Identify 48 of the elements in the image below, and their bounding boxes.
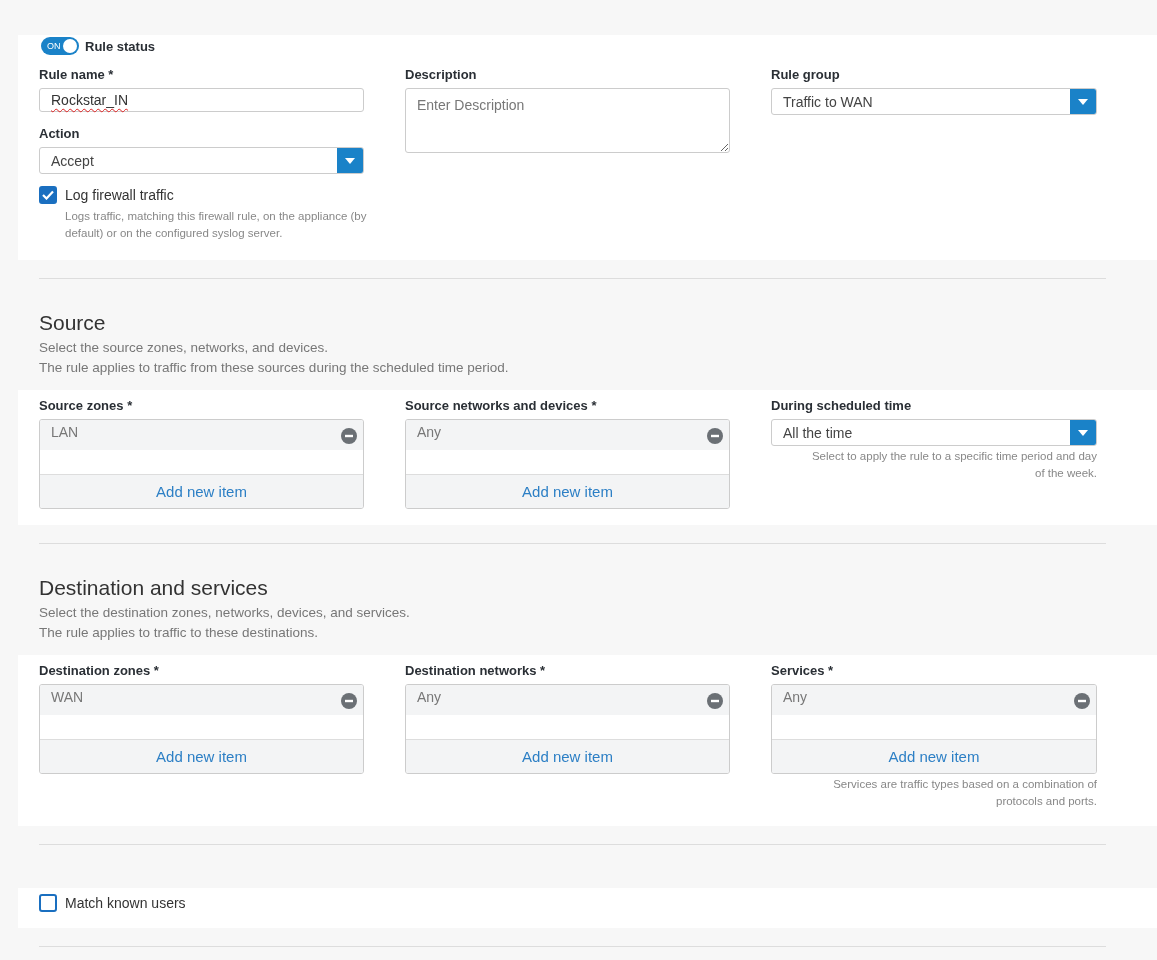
caret-icon	[1078, 98, 1088, 105]
help-text: Services are traffic types based on a combination of protocols and ports.	[832, 777, 1097, 809]
rule-status-label: Rule status	[85, 38, 156, 54]
caret-icon	[345, 157, 355, 164]
section-title: Source	[39, 311, 107, 335]
section-description: Select the source zones, networks, and devices.	[39, 339, 329, 357]
rule-group-dropdown[interactable]: Traffic to WAN	[771, 88, 1097, 115]
add-item-button[interactable]: Add new item	[40, 740, 363, 773]
toggle-switch[interactable]: ON	[41, 37, 79, 55]
help-text: Select to apply the rule to a specific time period and day of the week.	[810, 449, 1097, 481]
remove-icon[interactable]	[707, 428, 723, 444]
caret-icon	[1078, 429, 1088, 436]
field-label: Rule group	[771, 67, 841, 82]
add-item-button[interactable]: Add new item	[772, 740, 1096, 773]
field-label: During scheduled time	[771, 398, 913, 413]
checkbox[interactable]	[39, 894, 57, 912]
log-traffic-label: Log firewall traffic	[65, 187, 174, 203]
remove-icon[interactable]	[341, 428, 357, 444]
add-item-button[interactable]: Add new item	[406, 475, 729, 508]
rule-name-field[interactable]: Rockstar_IN	[39, 88, 364, 112]
remove-icon[interactable]	[1074, 693, 1090, 709]
section-description: The rule applies to traffic to these destinations.	[39, 624, 319, 642]
schedule-dropdown[interactable]: All the time	[771, 419, 1097, 446]
help-text: Logs traffic, matching this firewall rule, on the appliance (by default) or on the configured syslog server.	[65, 209, 368, 241]
add-item-button[interactable]: Add new item	[406, 740, 729, 773]
list-item[interactable]: WAN	[51, 689, 84, 705]
field-label: Destination zones *	[39, 663, 160, 678]
field-label: Description	[405, 67, 478, 82]
field-label: Services *	[771, 663, 835, 678]
section-description: Select the destination zones, networks, devices, and services.	[39, 604, 411, 622]
list-item[interactable]: Any	[417, 689, 442, 705]
field-label: Destination networks *	[405, 663, 547, 678]
description-field[interactable]: Enter Description	[405, 88, 730, 153]
remove-icon[interactable]	[341, 693, 357, 709]
field-label: Source zones *	[39, 398, 134, 413]
field-label: Action	[39, 126, 81, 141]
list-item[interactable]: Any	[783, 689, 808, 705]
field-label: Rule name *	[39, 67, 115, 82]
section-description: The rule applies to traffic from these sources during the scheduled time period.	[39, 359, 510, 377]
section-title: Destination and services	[39, 576, 269, 600]
field-label: Source networks and devices *	[405, 398, 598, 413]
add-item-button[interactable]: Add new item	[40, 475, 363, 508]
action-dropdown[interactable]: Accept	[39, 147, 364, 174]
remove-icon[interactable]	[707, 693, 723, 709]
checkbox[interactable]	[39, 186, 57, 204]
list-item[interactable]: Any	[417, 424, 442, 440]
list-item[interactable]: LAN	[51, 424, 79, 440]
match-users-label: Match known users	[65, 895, 186, 911]
